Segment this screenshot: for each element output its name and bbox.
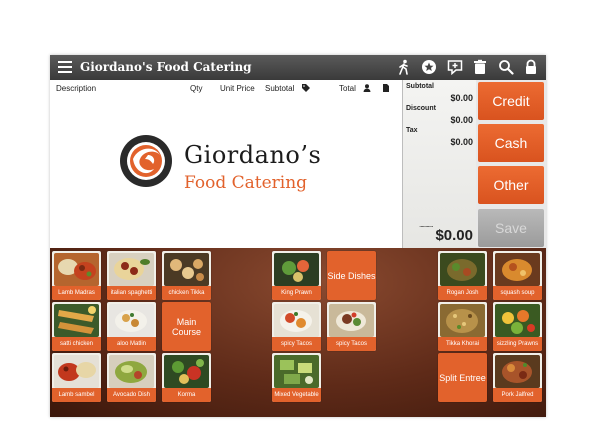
column-total: Total bbox=[339, 84, 356, 93]
tax-value: $0.00 bbox=[450, 137, 473, 147]
food-photo bbox=[495, 355, 540, 388]
food-photo bbox=[274, 304, 319, 337]
menu-item-label: Lamb Madras bbox=[52, 286, 101, 300]
total-value: $0.00 bbox=[435, 227, 473, 244]
menu-item-label: spicy Tacos bbox=[272, 337, 321, 351]
subtotal-value: $0.00 bbox=[450, 93, 473, 103]
menu-item-spicy-tacos[interactable]: spicy Tacos bbox=[272, 302, 321, 351]
menu-item-label: Korma bbox=[162, 388, 211, 402]
lock-icon[interactable] bbox=[523, 59, 539, 75]
other-button[interactable]: Other bbox=[478, 166, 544, 204]
total-separator: ........... bbox=[419, 220, 433, 229]
walk-icon[interactable] bbox=[396, 59, 412, 75]
document-icon bbox=[383, 84, 389, 92]
column-unit-price: Unit Price bbox=[220, 84, 255, 93]
save-button[interactable]: Save bbox=[478, 209, 544, 247]
menu-item-chicken-tikka[interactable]: chicken Tikka bbox=[162, 251, 211, 300]
person-icon bbox=[363, 84, 371, 92]
discount-value: $0.00 bbox=[450, 115, 473, 125]
menu-item-label: satti chicken bbox=[52, 337, 101, 351]
credit-button[interactable]: Credit bbox=[478, 82, 544, 120]
food-photo bbox=[109, 304, 154, 337]
menu-item-lamb-madras[interactable]: Lamb Madras bbox=[52, 251, 101, 300]
menu-item-aloo-matlin[interactable]: aloo Matlin bbox=[107, 302, 156, 351]
food-photo bbox=[329, 304, 374, 337]
food-photo bbox=[54, 304, 99, 337]
food-photo bbox=[274, 253, 319, 286]
food-photo bbox=[164, 355, 209, 388]
column-subtotal: Subtotal bbox=[265, 84, 295, 93]
tag-icon bbox=[302, 84, 310, 92]
column-description: Description bbox=[56, 84, 97, 93]
order-header: Description Qty Unit Price Subtotal Tota… bbox=[50, 80, 402, 98]
food-photo bbox=[109, 253, 154, 286]
logo-subtitle: Food Catering bbox=[184, 173, 308, 193]
food-photo bbox=[54, 355, 99, 388]
menu-item-label: aloo Matlin bbox=[107, 337, 156, 351]
menu-item-squash-soup[interactable]: squash soup bbox=[493, 251, 542, 300]
order-summary: Subtotal $0.00 Discount $0.00 Tax $0.00 … bbox=[402, 80, 477, 250]
menu-item-tikka-khorai[interactable]: Tikka Khorai bbox=[438, 302, 487, 351]
search-icon[interactable] bbox=[498, 59, 514, 75]
food-photo bbox=[495, 304, 540, 337]
menu-item-label: spicy Tacos bbox=[327, 337, 376, 351]
column-qty: Qty bbox=[190, 84, 203, 93]
food-photo bbox=[54, 253, 99, 286]
menu-item-lamb-sambel[interactable]: Lamb sambel bbox=[52, 353, 101, 402]
category-main-course[interactable]: Main Course bbox=[162, 302, 211, 351]
menu-item-label: King Prawn bbox=[272, 286, 321, 300]
menu-item-sizzling-prawns[interactable]: sizzling Prawns bbox=[493, 302, 542, 351]
food-photo bbox=[164, 253, 209, 286]
food-photo bbox=[109, 355, 154, 388]
food-photo bbox=[440, 304, 485, 337]
logo-mark-icon bbox=[120, 135, 172, 187]
menu-item-label: Tikka Khorai bbox=[438, 337, 487, 351]
title-bar: Giordano's Food Catering bbox=[50, 55, 546, 80]
menu-item-korma[interactable]: Korma bbox=[162, 353, 211, 402]
menu-item-label: italian spaghetti bbox=[107, 286, 156, 300]
menu-item-king-prawn[interactable]: King Prawn bbox=[272, 251, 321, 300]
menu-grid: Lamb Madras italian spaghetti chicken Ti… bbox=[50, 248, 546, 417]
menu-item-spicy-tacos[interactable]: spicy Tacos bbox=[327, 302, 376, 351]
menu-item-mixed-vegetable[interactable]: Mixed Vegetable bbox=[272, 353, 321, 402]
category-split-entree[interactable]: Split Entree bbox=[438, 353, 487, 402]
food-photo bbox=[440, 253, 485, 286]
menu-item-italian-spaghetti[interactable]: italian spaghetti bbox=[107, 251, 156, 300]
category-side-dishes[interactable]: Side Dishes bbox=[327, 251, 376, 300]
tax-label: Tax bbox=[406, 127, 418, 134]
subtotal-label: Subtotal bbox=[406, 83, 434, 90]
trash-icon[interactable] bbox=[472, 59, 488, 75]
menu-item-label: chicken Tikka bbox=[162, 286, 211, 300]
menu-item-satti-chicken[interactable]: satti chicken bbox=[52, 302, 101, 351]
menu-item-label: Avocado Dish bbox=[107, 388, 156, 402]
payment-actions: Credit Cash Other Save bbox=[476, 80, 546, 250]
menu-icon[interactable] bbox=[58, 61, 72, 73]
discount-label: Discount bbox=[406, 105, 436, 112]
menu-item-label: Pork Jalfred bbox=[493, 388, 542, 402]
cash-button[interactable]: Cash bbox=[478, 124, 544, 162]
menu-item-label: Mixed Vegetable bbox=[272, 388, 321, 402]
menu-item-rogan-josh[interactable]: Rogan Josh bbox=[438, 251, 487, 300]
menu-item-label: sizzling Prawns bbox=[493, 337, 542, 351]
food-photo bbox=[495, 253, 540, 286]
star-icon[interactable] bbox=[421, 59, 437, 75]
logo-name: Giordano’s bbox=[184, 141, 322, 169]
menu-item-pork-jalfred[interactable]: Pork Jalfred bbox=[493, 353, 542, 402]
brand-logo: Giordano’s Food Catering bbox=[118, 133, 348, 203]
comment-icon[interactable] bbox=[447, 59, 463, 75]
menu-item-avocado-dish[interactable]: Avocado Dish bbox=[107, 353, 156, 402]
pos-window: Giordano's Food Catering Description Qty… bbox=[50, 55, 546, 417]
menu-item-label: squash soup bbox=[493, 286, 542, 300]
menu-item-label: Lamb sambel bbox=[52, 388, 101, 402]
menu-item-label: Rogan Josh bbox=[438, 286, 487, 300]
app-title: Giordano's Food Catering bbox=[80, 60, 252, 74]
food-photo bbox=[274, 355, 319, 388]
